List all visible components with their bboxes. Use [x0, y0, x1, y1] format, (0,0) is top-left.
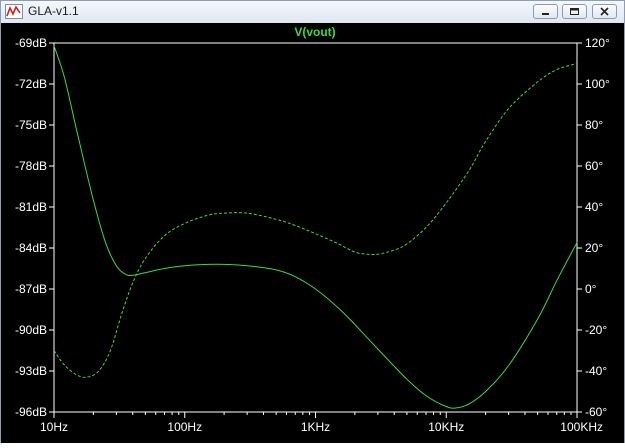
plot-area[interactable]: V(vout) -69dB -72dB -75dB -78dB -81dB -84dB -8… [1, 23, 624, 443]
right-axis: 120° 100° 80° 60° 40° 20° 0° -20° -40° -60° [577, 36, 610, 419]
left-tick-label: -93dB [15, 364, 47, 378]
left-tick-label: -78dB [15, 159, 47, 173]
left-tick-label: -90dB [15, 323, 47, 337]
left-tick-label: -87dB [15, 282, 47, 296]
maximize-button[interactable] [562, 4, 587, 19]
left-tick-label: -84dB [15, 241, 47, 255]
left-tick-label: -81dB [15, 200, 47, 214]
right-tick-label: 80° [585, 118, 603, 132]
plot-app-icon [5, 4, 23, 19]
left-tick-label: -72dB [15, 77, 47, 91]
window-title: GLA-v1.1 [28, 4, 79, 18]
maximize-icon [570, 8, 579, 15]
title-bar[interactable]: GLA-v1.1 [1, 1, 624, 24]
plot-title: V(vout) [294, 25, 335, 39]
right-tick-label: -60° [585, 405, 607, 419]
app-window: GLA-v1.1 V(vout) -69dB -72dB -75dB -78dB -81… [0, 0, 625, 443]
bode-plot[interactable]: V(vout) -69dB -72dB -75dB -78dB -81dB -84dB -8… [1, 23, 624, 443]
right-tick-label: 0° [585, 282, 597, 296]
left-tick-label: -69dB [15, 36, 47, 50]
right-tick-label: 100° [585, 77, 610, 91]
close-icon [600, 7, 609, 16]
right-tick-label: 60° [585, 159, 603, 173]
left-tick-label: -96dB [15, 405, 47, 419]
right-tick-label: 40° [585, 200, 603, 214]
x-tick-label: 10Hz [40, 420, 68, 434]
minimize-icon [542, 13, 549, 15]
x-axis: 10Hz 100Hz 1KHz 10KHz 100KHz [40, 412, 603, 434]
right-tick-label: -20° [585, 323, 607, 337]
right-tick-label: 120° [585, 36, 610, 50]
right-tick-label: -40° [585, 364, 607, 378]
magnitude-trace [53, 45, 578, 409]
traces [53, 45, 578, 409]
x-tick-label: 1KHz [301, 420, 330, 434]
x-tick-label: 100KHz [560, 420, 603, 434]
x-tick-label: 100Hz [167, 420, 202, 434]
right-tick-label: 20° [585, 241, 603, 255]
left-axis: -69dB -72dB -75dB -78dB -81dB -84dB -87dB -90dB… [15, 36, 54, 419]
minimize-button[interactable] [533, 4, 558, 19]
plot-frame [53, 42, 578, 413]
x-tick-label: 10KHz [428, 420, 464, 434]
close-button[interactable] [592, 4, 617, 19]
left-tick-label: -75dB [15, 118, 47, 132]
phase-trace [53, 63, 578, 378]
